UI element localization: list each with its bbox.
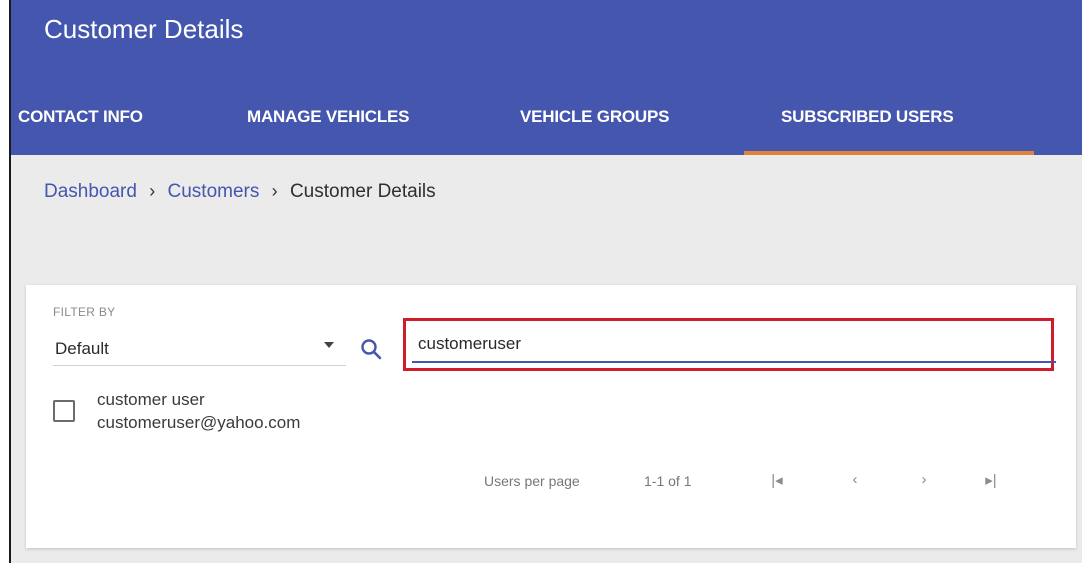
tab-contact-info[interactable]: CONTACT INFO: [18, 107, 143, 127]
breadcrumb-current: Customer Details: [289, 181, 436, 202]
breadcrumb-separator-icon: ›: [271, 181, 278, 201]
search-icon[interactable]: [359, 337, 383, 361]
tab-vehicle-groups[interactable]: VEHICLE GROUPS: [520, 107, 669, 127]
search-highlight-box: [403, 318, 1056, 371]
user-name: customer user: [97, 390, 205, 409]
user-select-checkbox[interactable]: [53, 400, 75, 422]
users-card: FILTER BY Default customer user customer…: [26, 285, 1076, 548]
active-tab-indicator: [744, 151, 1034, 155]
breadcrumb-customers[interactable]: Customers: [168, 181, 260, 202]
page-title: Customer Details: [44, 14, 244, 44]
app-header: Customer Details CONTACT INFO MANAGE VEH…: [11, 0, 1082, 155]
breadcrumb-separator-icon: ›: [149, 181, 156, 201]
chevron-right-icon[interactable]: ›: [914, 471, 934, 488]
filter-select-value: Default: [55, 339, 109, 358]
filter-select[interactable]: Default: [53, 325, 346, 366]
breadcrumb: Dashboard › Customers › Customer Details: [44, 181, 436, 203]
breadcrumb-dashboard[interactable]: Dashboard: [44, 181, 137, 202]
user-email: customeruser@yahoo.com: [97, 413, 301, 432]
search-input[interactable]: [412, 327, 1056, 363]
caret-down-icon: [324, 342, 334, 348]
last-page-icon[interactable]: ▸|: [981, 471, 1001, 489]
tab-manage-vehicles[interactable]: MANAGE VEHICLES: [247, 107, 409, 127]
users-per-page-label: Users per page: [484, 473, 580, 489]
filter-label: FILTER BY: [53, 305, 116, 319]
first-page-icon[interactable]: |◂: [767, 471, 787, 489]
chevron-left-icon[interactable]: ‹: [845, 471, 865, 488]
pagination-range: 1-1 of 1: [644, 473, 692, 489]
tab-subscribed-users[interactable]: SUBSCRIBED USERS: [781, 107, 954, 127]
app-frame: Customer Details CONTACT INFO MANAGE VEH…: [9, 0, 1082, 563]
